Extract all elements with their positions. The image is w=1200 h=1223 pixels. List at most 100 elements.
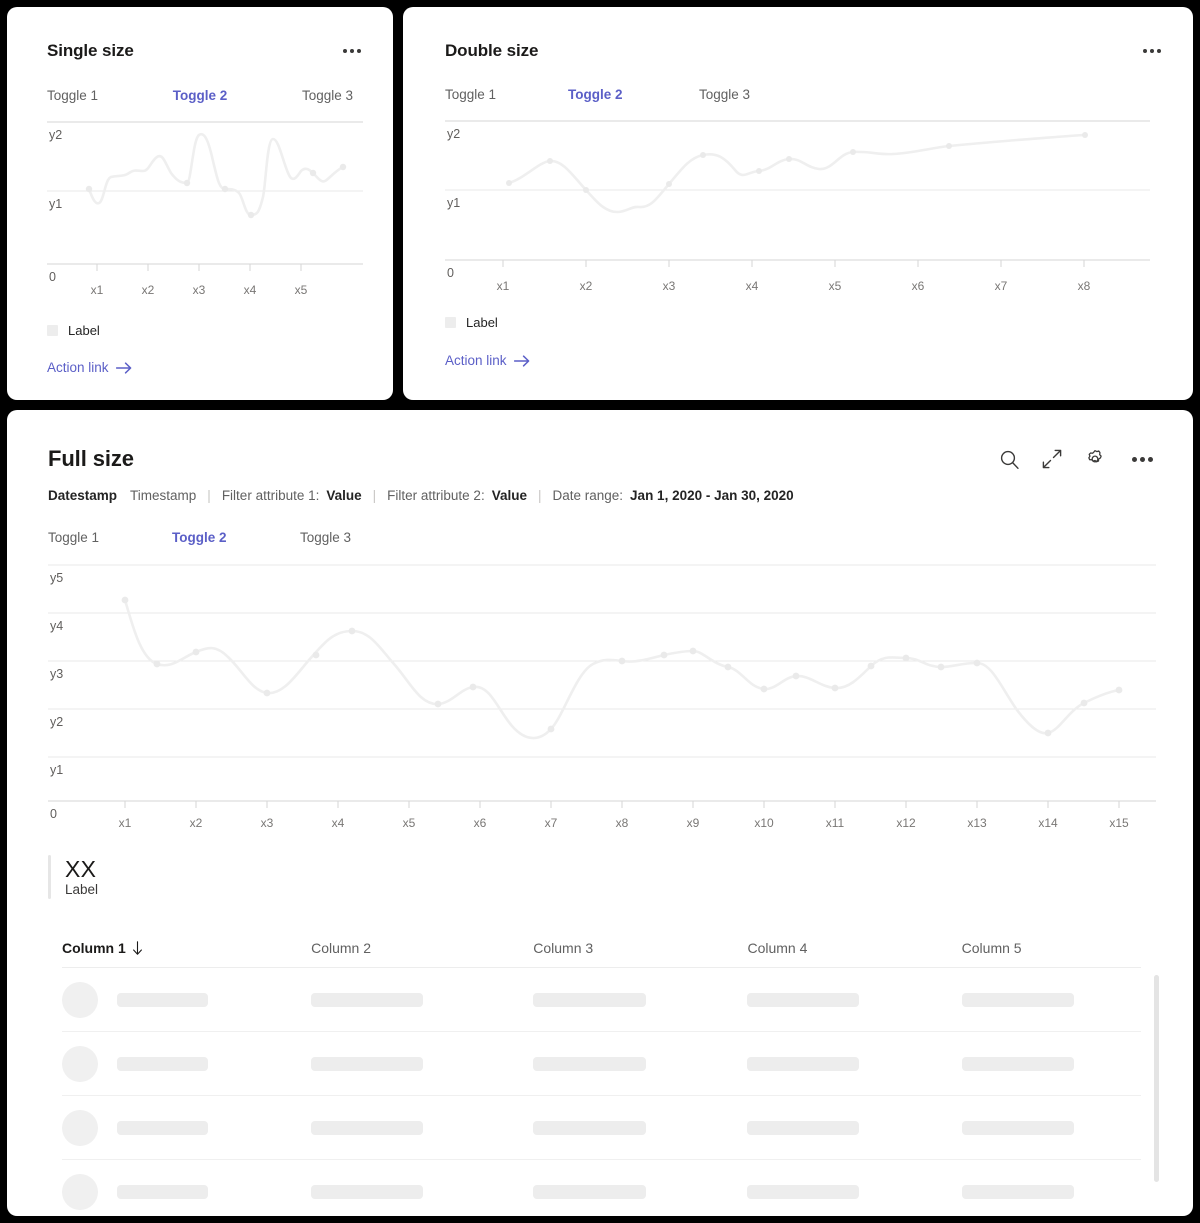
x-tick-label: x7 bbox=[545, 816, 558, 830]
x-tick-label: x3 bbox=[261, 816, 274, 830]
y-tick-label: y1 bbox=[447, 196, 460, 210]
action-link-single[interactable]: Action link bbox=[47, 360, 133, 375]
table-row[interactable] bbox=[62, 1032, 1141, 1096]
double-size-chart[interactable]: y2 y1 0 x1 x2 x3 x4 x5 x6 x7 x8 bbox=[445, 120, 1150, 295]
date-range-value[interactable]: Jan 1, 2020 - Jan 30, 2020 bbox=[630, 488, 794, 503]
y-tick-label: y2 bbox=[49, 128, 62, 142]
tab-toggle-2[interactable]: Toggle 2 bbox=[173, 88, 228, 103]
separator: | bbox=[207, 488, 211, 503]
card-full-size: Full size Datestamp Timestamp | Filter a… bbox=[7, 410, 1193, 1216]
table-row[interactable] bbox=[62, 1160, 1141, 1216]
table-scrollbar-thumb[interactable] bbox=[1154, 975, 1159, 1182]
tab-toggle-3[interactable]: Toggle 3 bbox=[300, 530, 351, 545]
datestamp-label: Datestamp bbox=[48, 488, 118, 503]
x-tick-label: x4 bbox=[332, 816, 345, 830]
placeholder-bar bbox=[961, 1120, 1074, 1135]
placeholder-bar bbox=[117, 1056, 208, 1071]
placeholder-bar bbox=[533, 1120, 647, 1135]
table-row[interactable] bbox=[62, 968, 1141, 1032]
separator: | bbox=[372, 488, 377, 503]
dashboard-page: Single size Toggle 1 Toggle 2 Toggle 3 y… bbox=[0, 0, 1200, 1223]
double-toggle-group: Toggle 1 Toggle 2 Toggle 3 bbox=[445, 87, 1193, 102]
table-cell bbox=[747, 992, 961, 1007]
x-tick-label: x6 bbox=[474, 816, 487, 830]
x-tick-label: x9 bbox=[687, 816, 700, 830]
x-tick-label: x1 bbox=[119, 816, 132, 830]
tab-toggle-3[interactable]: Toggle 3 bbox=[302, 88, 353, 103]
placeholder-bar bbox=[117, 1120, 208, 1135]
tab-toggle-2[interactable]: Toggle 2 bbox=[568, 87, 699, 102]
table-cell bbox=[961, 1120, 1141, 1135]
tab-toggle-1[interactable]: Toggle 1 bbox=[445, 87, 568, 102]
x-tick-label: x12 bbox=[896, 816, 916, 830]
single-size-chart[interactable]: y2 y1 0 x1 x2 x3 x4 x5 bbox=[47, 121, 363, 301]
tab-toggle-1[interactable]: Toggle 1 bbox=[48, 530, 172, 545]
x-tick-label: x3 bbox=[193, 283, 206, 297]
legend-label: Label bbox=[68, 323, 100, 338]
x-tick-label: x15 bbox=[1109, 816, 1129, 830]
avatar bbox=[62, 1109, 98, 1146]
table-row[interactable] bbox=[62, 1096, 1141, 1160]
x-tick-label: x1 bbox=[497, 279, 510, 293]
search-icon[interactable] bbox=[999, 449, 1020, 470]
column-header-4[interactable]: Column 4 bbox=[747, 940, 961, 956]
column-header-label: Column 5 bbox=[961, 940, 1022, 956]
kpi-accent-bar bbox=[48, 855, 51, 899]
more-horizontal-icon[interactable] bbox=[339, 45, 365, 57]
x-tick-label: x6 bbox=[912, 279, 925, 293]
x-tick-label: x11 bbox=[826, 816, 845, 830]
placeholder-bar bbox=[747, 1184, 860, 1199]
table-scrollbar[interactable] bbox=[1154, 975, 1159, 1215]
more-horizontal-icon[interactable] bbox=[1128, 453, 1157, 466]
card-double-size: Double size Toggle 1 Toggle 2 Toggle 3 y… bbox=[403, 7, 1193, 400]
filter-attribute-2-label: Filter attribute 2: bbox=[387, 488, 485, 503]
x-tick-label: x4 bbox=[746, 279, 759, 293]
placeholder-bar bbox=[961, 992, 1074, 1007]
table-cell bbox=[533, 1120, 747, 1135]
table-cell bbox=[747, 1184, 961, 1199]
legend-label: Label bbox=[466, 315, 498, 330]
tab-toggle-3[interactable]: Toggle 3 bbox=[699, 87, 750, 102]
placeholder-bar bbox=[961, 1184, 1074, 1199]
column-header-label: Column 2 bbox=[311, 940, 371, 956]
table-cell bbox=[747, 1120, 961, 1135]
more-horizontal-icon[interactable] bbox=[1139, 45, 1165, 57]
x-tick-label: x3 bbox=[663, 279, 676, 293]
filter-attribute-2-value[interactable]: Value bbox=[492, 488, 527, 503]
tab-toggle-2[interactable]: Toggle 2 bbox=[172, 530, 300, 545]
single-legend: Label bbox=[47, 323, 393, 338]
placeholder-bar bbox=[311, 1120, 424, 1135]
timestamp-label: Timestamp bbox=[130, 488, 197, 503]
arrow-right-icon bbox=[513, 354, 529, 367]
y-tick-label: y5 bbox=[50, 571, 63, 585]
column-header-3[interactable]: Column 3 bbox=[533, 940, 747, 956]
kpi-value: XX bbox=[65, 855, 97, 882]
legend-swatch-icon bbox=[445, 317, 456, 328]
full-card-header: Full size bbox=[7, 410, 1193, 472]
x-tick-label: x2 bbox=[190, 816, 203, 830]
full-size-chart[interactable]: y5 y4 y3 y2 y1 0 x1 x2 x3 x4 x5 x6 x7 x8… bbox=[48, 563, 1156, 831]
tab-toggle-1[interactable]: Toggle 1 bbox=[47, 88, 98, 103]
gear-icon[interactable] bbox=[1084, 448, 1106, 470]
kpi-label: Label bbox=[65, 882, 99, 898]
y-tick-label: y2 bbox=[50, 715, 63, 729]
double-card-header: Double size bbox=[403, 7, 1193, 61]
action-link-double[interactable]: Action link bbox=[445, 353, 531, 368]
table-cell bbox=[62, 1045, 311, 1082]
table-cell bbox=[311, 1120, 533, 1135]
card-single-size: Single size Toggle 1 Toggle 2 Toggle 3 y… bbox=[7, 7, 393, 400]
column-header-2[interactable]: Column 2 bbox=[311, 940, 533, 956]
table-cell bbox=[533, 992, 747, 1007]
column-header-1[interactable]: Column 1 bbox=[62, 940, 311, 956]
expand-icon[interactable] bbox=[1042, 449, 1062, 469]
x-tick-label: x13 bbox=[967, 816, 987, 830]
double-legend: Label bbox=[445, 315, 1193, 330]
column-header-5[interactable]: Column 5 bbox=[962, 940, 1141, 956]
arrow-right-icon bbox=[115, 361, 131, 374]
table-header-row: Column 1 Column 2 Column 3 Column 4 Colu… bbox=[62, 940, 1141, 968]
data-table: Column 1 Column 2 Column 3 Column 4 Colu… bbox=[7, 940, 1193, 1216]
filter-attribute-1-value[interactable]: Value bbox=[326, 488, 361, 503]
y-tick-label: y4 bbox=[50, 619, 63, 633]
page-title-double: Double size bbox=[445, 41, 539, 60]
table-cell bbox=[961, 1184, 1141, 1199]
